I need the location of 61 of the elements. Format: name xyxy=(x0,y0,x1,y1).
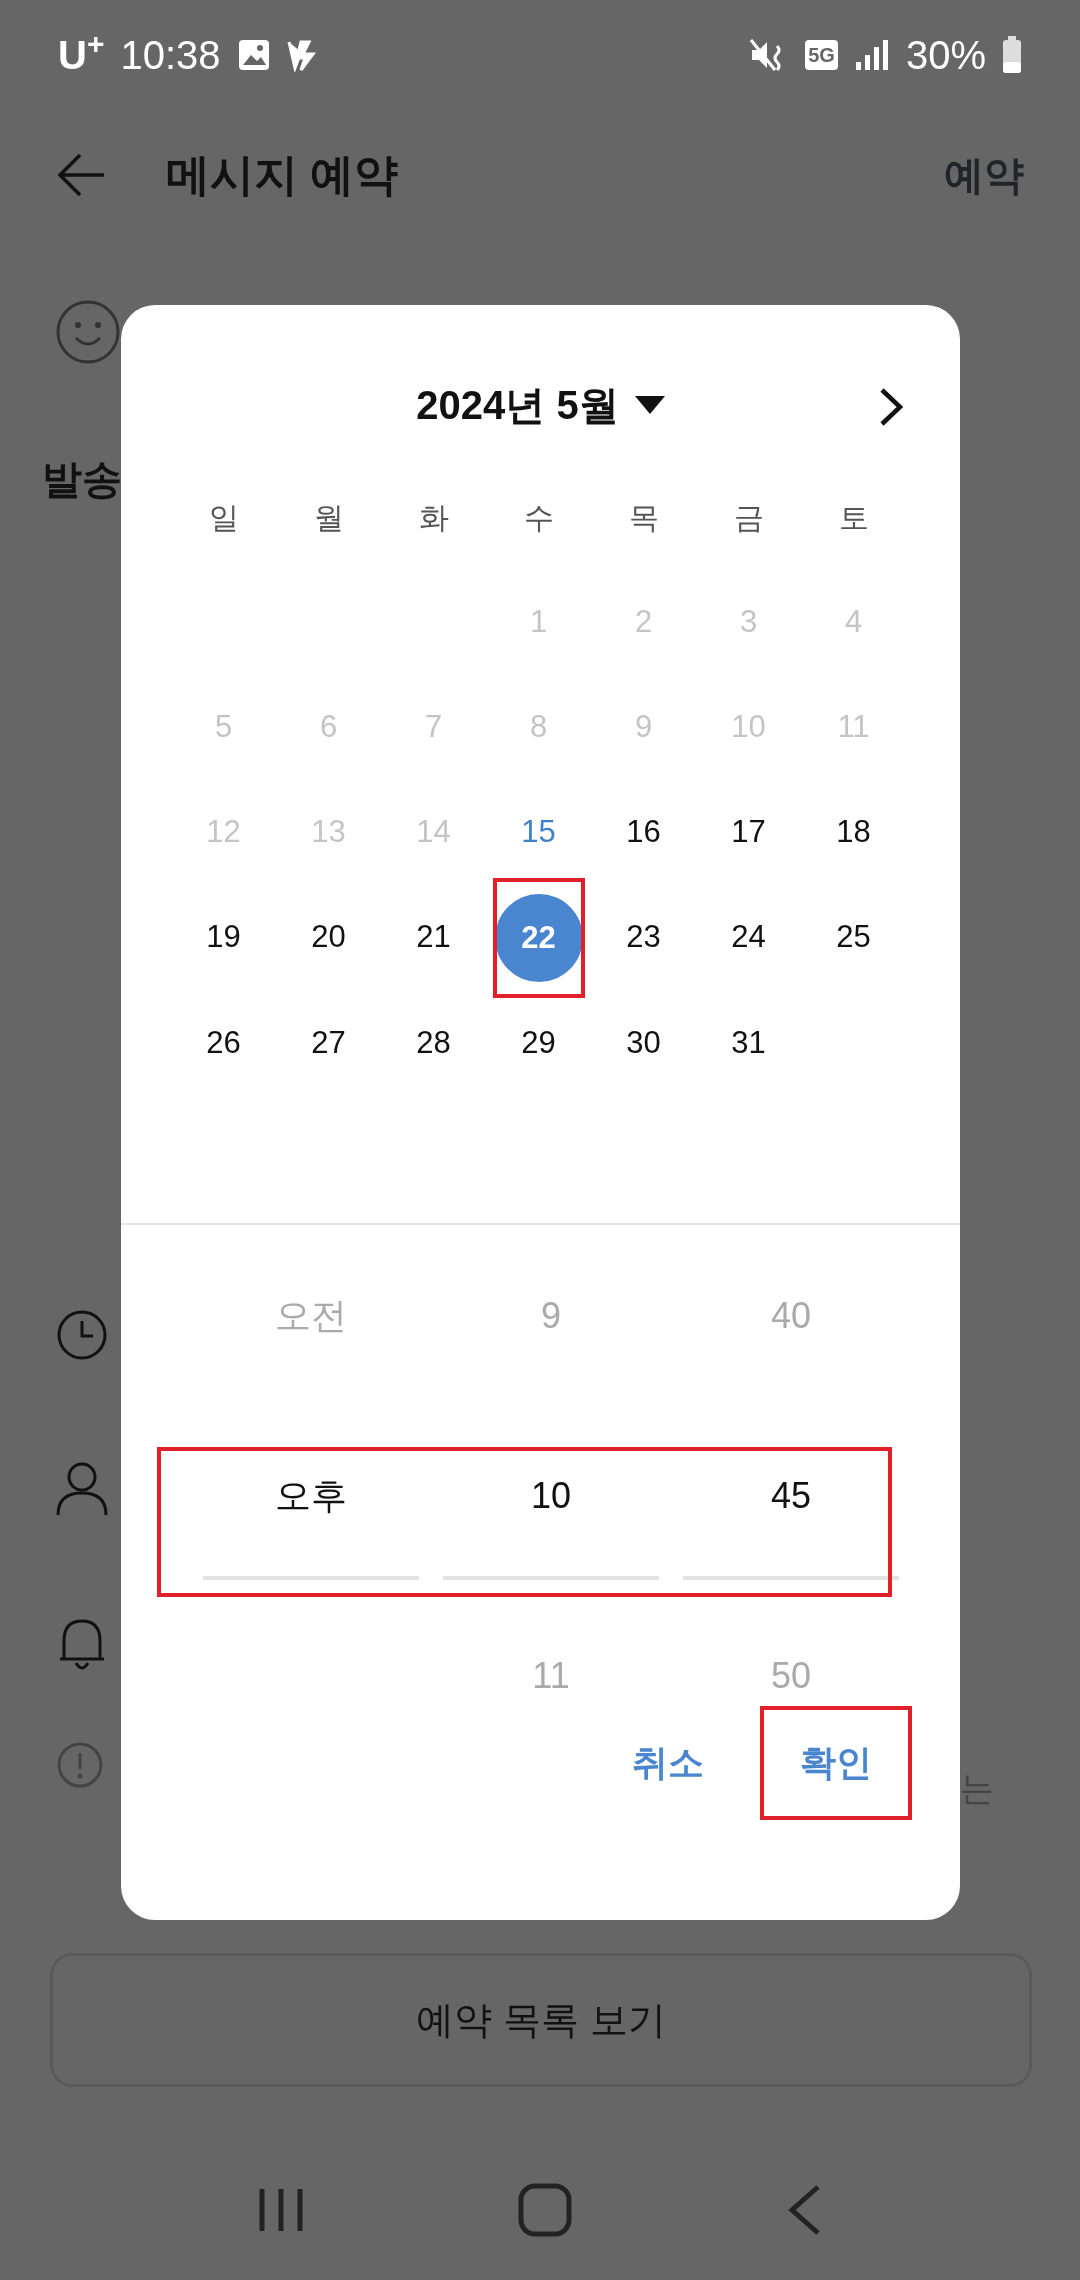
calendar-day[interactable]: 22 xyxy=(494,894,583,982)
weekday-label: 수 xyxy=(523,500,554,536)
screen-title: 메시지 예약 xyxy=(166,149,399,201)
weekday-label: 월 xyxy=(313,500,344,536)
calendar-day: 2 xyxy=(595,574,692,671)
calendar-day: 11 xyxy=(805,679,902,776)
calendar-day[interactable]: 28 xyxy=(385,995,482,1092)
weekday-label: 화 xyxy=(418,500,449,536)
caret-icon xyxy=(634,396,665,414)
calendar-day[interactable]: 24 xyxy=(700,889,797,986)
weekday-label: 일 xyxy=(208,500,239,536)
calendar-day[interactable]: 27 xyxy=(280,995,377,1092)
next-month-icon[interactable] xyxy=(878,387,904,427)
calendar-day: 6 xyxy=(280,679,377,776)
clock-time: 10:38 xyxy=(120,32,221,79)
calendar-day: 1 xyxy=(490,574,587,671)
person-icon xyxy=(56,1461,108,1517)
battery-icon xyxy=(1002,36,1022,74)
calendar-day: 5 xyxy=(175,679,272,776)
image-icon xyxy=(236,38,271,72)
weekday-label: 목 xyxy=(628,500,659,536)
calendar-day[interactable]: 19 xyxy=(175,889,272,986)
calendar-day[interactable]: 26 xyxy=(175,995,272,1092)
calendar-day: 12 xyxy=(175,784,272,881)
calendar-day: 13 xyxy=(280,784,377,881)
weekday-label: 토 xyxy=(838,500,869,536)
calendar-day: 8 xyxy=(490,679,587,776)
calendar-day[interactable]: 30 xyxy=(595,995,692,1092)
calendar-day[interactable]: 21 xyxy=(385,889,482,986)
battery-percent: 30% xyxy=(905,32,986,79)
picker-value[interactable]: 10 xyxy=(530,1469,571,1523)
calendar-day[interactable]: 29 xyxy=(490,995,587,1092)
picker-value[interactable]: 45 xyxy=(770,1469,811,1523)
section-label: 발송 xyxy=(42,456,122,503)
dialog-button[interactable]: 확인 xyxy=(760,1706,912,1820)
weekday-label: 금 xyxy=(733,500,764,536)
calendar-day[interactable]: 23 xyxy=(595,889,692,986)
calendar-day: 9 xyxy=(595,679,692,776)
calendar-day[interactable]: 20 xyxy=(280,889,377,986)
info-icon xyxy=(56,1741,104,1789)
calendar-day: 3 xyxy=(700,574,797,671)
back-arrow-icon[interactable] xyxy=(56,152,106,198)
month-selector[interactable]: 2024년 5월 xyxy=(416,375,665,435)
network-badge: 5G xyxy=(805,40,838,70)
clock-icon xyxy=(56,1309,108,1361)
calendar-day: 4 xyxy=(805,574,902,671)
calendar-day[interactable]: 25 xyxy=(805,889,902,986)
calendar-day[interactable]: 31 xyxy=(700,995,797,1092)
smiley-icon[interactable] xyxy=(56,300,120,364)
calendar-day[interactable]: 16 xyxy=(595,784,692,881)
signal-icon xyxy=(853,38,890,72)
calendar-day[interactable]: 17 xyxy=(700,784,797,881)
dialog-button[interactable]: 취소 xyxy=(600,1718,736,1808)
home-icon[interactable] xyxy=(518,2183,572,2237)
carrier-label: U$^{+}$ xyxy=(58,26,105,79)
picker-value[interactable]: 오후 xyxy=(275,1469,347,1523)
calendar-day[interactable]: 15 xyxy=(490,784,587,881)
calendar-day: 7 xyxy=(385,679,482,776)
calendar-day: 14 xyxy=(385,784,482,881)
calendar-day: 10 xyxy=(700,679,797,776)
calendar-day[interactable]: 18 xyxy=(805,784,902,881)
